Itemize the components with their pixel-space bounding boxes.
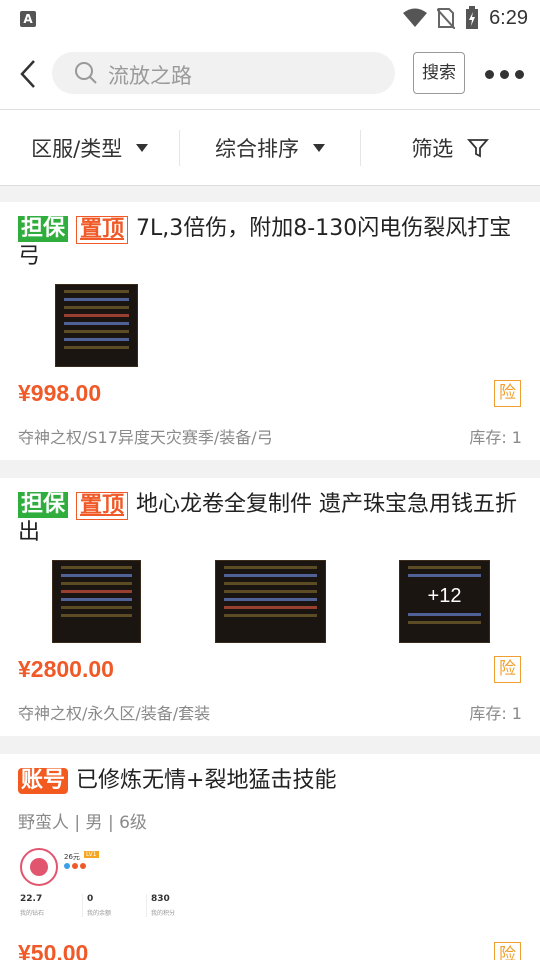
more-menu-icon[interactable] xyxy=(485,70,524,79)
item-screenshot[interactable]: +12 xyxy=(399,560,490,643)
stat-label: 我的余额 xyxy=(87,910,112,917)
filter-server-type[interactable]: 区服/类型 xyxy=(0,130,179,166)
item-screenshot[interactable] xyxy=(55,284,138,367)
filter-label: 区服/类型 xyxy=(31,136,123,161)
listing-title: 担保 置顶 地心龙卷全复制件 遗产珠宝急用钱五折出 xyxy=(0,478,540,546)
stat-value: 0 xyxy=(87,894,94,904)
avatar xyxy=(20,848,58,886)
item-screenshot[interactable] xyxy=(52,560,141,643)
search-button[interactable]: 搜索 xyxy=(413,52,465,94)
stock-count: 库存: 1 xyxy=(469,428,522,447)
listing-card[interactable]: 账号 已修炼无情+裂地猛击技能 野蛮人 | 男 | 6级 26元 LV1 22.7… xyxy=(0,754,540,960)
filter-label: 综合排序 xyxy=(214,136,299,161)
back-arrow-icon[interactable] xyxy=(16,58,40,90)
listing-title-text: 已修炼无情+裂地猛击技能 xyxy=(76,768,337,793)
filter-screen[interactable]: 筛选 xyxy=(359,129,540,166)
account-tag: 账号 xyxy=(18,768,69,794)
listing-card[interactable]: 担保 置顶 7L,3倍伤，附加8-130闪电伤裂风打宝弓 ¥998.00 险 夺神之… xyxy=(0,202,540,460)
stat-value: 830 xyxy=(151,894,170,904)
filter-bar: 区服/类型 综合排序 筛选 xyxy=(0,110,540,186)
listing-card[interactable]: 担保 置顶 地心龙卷全复制件 遗产珠宝急用钱五折出 +12 ¥2800.00 险 夺… xyxy=(0,478,540,736)
listing-category: 夺神之权/永久区/装备/套装 xyxy=(18,704,211,723)
badge-dots xyxy=(64,863,86,869)
listing-title: 担保 置顶 7L,3倍伤，附加8-130闪电伤裂风打宝弓 xyxy=(0,202,540,270)
insurance-badge: 险 xyxy=(494,656,521,683)
stock-count: 库存: 1 xyxy=(469,704,522,723)
item-overlay-label: +12 xyxy=(427,585,462,607)
stat-value: 22.7 xyxy=(20,894,43,904)
listing-title: 账号 已修炼无情+裂地猛击技能 xyxy=(0,754,540,794)
filter-sort[interactable]: 综合排序 xyxy=(179,129,359,166)
funnel-icon xyxy=(467,138,490,157)
caret-down-icon xyxy=(136,143,149,152)
price: ¥50.00 xyxy=(18,940,89,960)
pinned-tag: 置顶 xyxy=(76,216,129,244)
item-screenshot[interactable] xyxy=(215,560,326,643)
level-badge: LV1 xyxy=(84,851,99,858)
stat-label: 我的钻石 xyxy=(20,910,45,917)
guarantee-tag: 担保 xyxy=(18,216,69,242)
profile-name: 26元 xyxy=(64,853,80,861)
clock: 6:29 xyxy=(489,6,528,29)
search-input[interactable]: 流放之路 xyxy=(52,52,395,94)
status-bar: A 6:29 xyxy=(0,0,540,38)
no-sim-icon xyxy=(437,8,456,29)
filter-label: 筛选 xyxy=(411,136,454,161)
insurance-badge: 险 xyxy=(494,942,521,960)
profile-screenshot[interactable]: 26元 LV1 22.7 我的钻石 0 我的余额 830 我的积分 xyxy=(18,846,198,926)
wifi-icon xyxy=(403,8,428,27)
guarantee-tag: 担保 xyxy=(18,492,69,518)
pinned-tag: 置顶 xyxy=(76,492,129,520)
stat-label: 我的积分 xyxy=(151,910,176,917)
search-icon xyxy=(75,62,97,84)
notification-icon: A xyxy=(20,11,36,27)
character-info: 野蛮人 | 男 | 6级 xyxy=(18,813,147,833)
price: ¥998.00 xyxy=(18,380,102,406)
top-bar: 流放之路 搜索 xyxy=(0,38,540,110)
insurance-badge: 险 xyxy=(494,380,521,407)
search-placeholder: 流放之路 xyxy=(108,64,192,88)
listing-category: 夺神之权/S17异度天灾赛季/装备/弓 xyxy=(18,428,273,447)
price: ¥2800.00 xyxy=(18,656,114,682)
battery-charging-icon xyxy=(466,6,479,29)
caret-down-icon xyxy=(312,143,325,152)
